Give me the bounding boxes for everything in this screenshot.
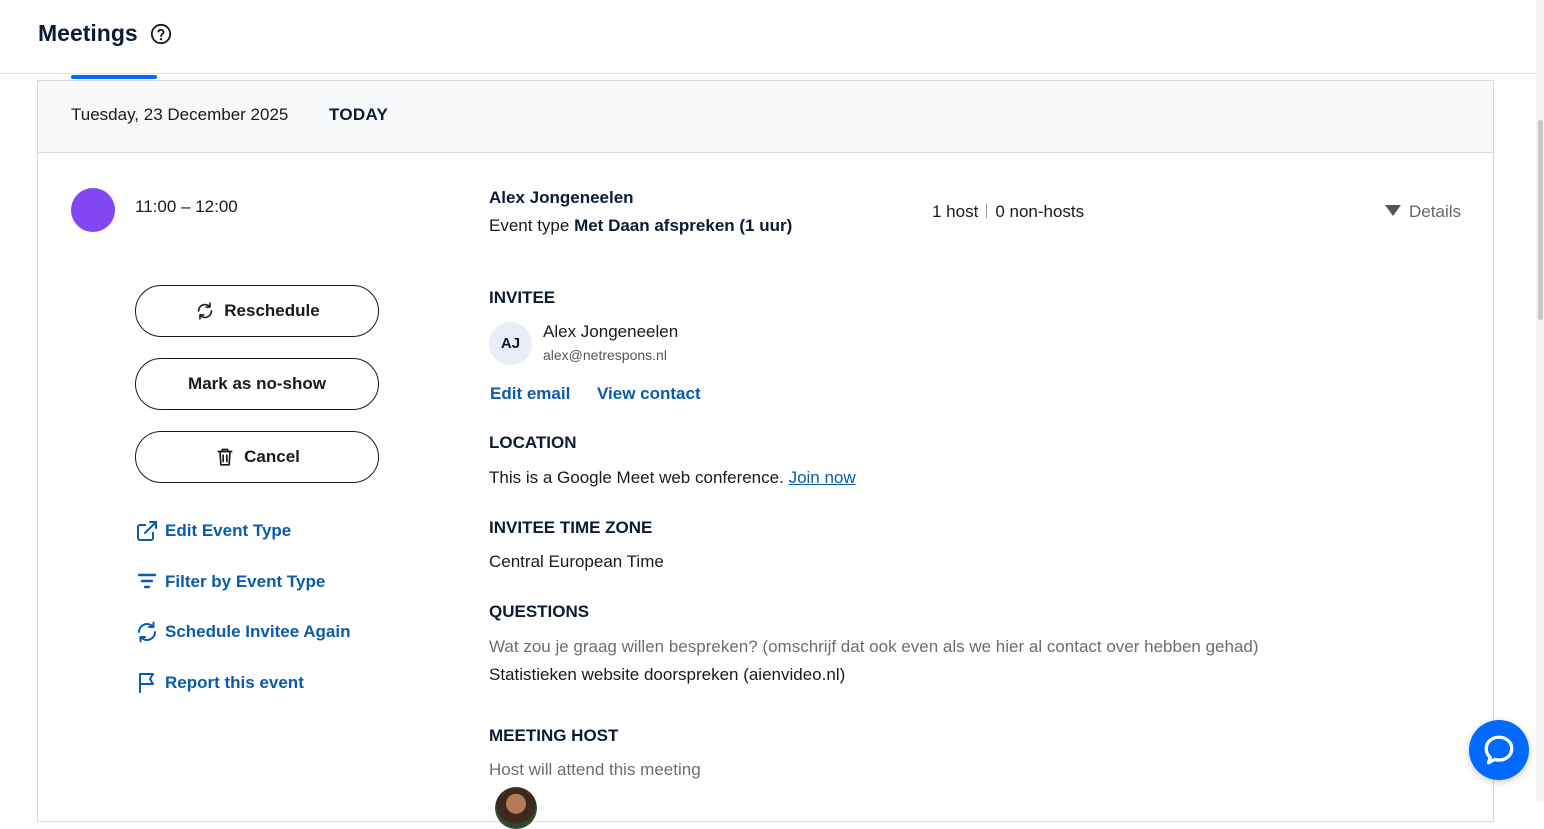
filter-icon xyxy=(137,573,157,589)
help-circle-icon[interactable] xyxy=(150,23,172,45)
meeting-host-section-title: MEETING HOST xyxy=(489,726,619,745)
invitee-name: Alex Jongeneelen xyxy=(543,322,679,341)
location-section-title: LOCATION xyxy=(489,433,577,452)
event-type-line: Event type Met Daan afspreken (1 uur) xyxy=(489,216,792,236)
caret-down-icon xyxy=(1385,205,1402,216)
cancel-button[interactable]: Cancel xyxy=(135,431,379,483)
invitee-heading-name: Alex Jongeneelen xyxy=(489,188,634,207)
top-bar: Meetings xyxy=(0,0,1536,74)
mark-no-show-label: Mark as no-show xyxy=(188,374,326,393)
join-now-link[interactable]: Join now xyxy=(789,468,856,487)
questions-section-title: QUESTIONS xyxy=(489,602,590,621)
page-scrollbar[interactable] xyxy=(1536,0,1544,801)
refresh-icon xyxy=(198,302,213,320)
timezone-value: Central European Time xyxy=(489,552,664,571)
invitee-email: alex@netrespons.nl xyxy=(543,347,667,363)
location-description: This is a Google Meet web conference. xyxy=(489,468,784,487)
report-event-label: Report this event xyxy=(165,673,304,692)
date-header: Tuesday, 23 December 2025 TODAY xyxy=(38,81,1493,153)
today-label: TODAY xyxy=(329,105,389,124)
external-link-icon xyxy=(137,521,157,541)
timezone-section-title: INVITEE TIME ZONE xyxy=(489,518,653,537)
refresh-icon xyxy=(138,621,156,643)
reschedule-label: Reschedule xyxy=(224,301,320,320)
page-title: Meetings xyxy=(38,20,138,46)
avatar: AJ xyxy=(489,322,532,365)
schedule-invitee-again-label: Schedule Invitee Again xyxy=(165,622,351,641)
edit-email-link[interactable]: Edit email xyxy=(490,384,570,404)
scrollbar-thumb[interactable] xyxy=(1538,120,1543,320)
filter-by-event-type-label: Filter by Event Type xyxy=(165,572,326,591)
reschedule-button[interactable]: Reschedule xyxy=(135,285,379,337)
details-label: Details xyxy=(1409,202,1461,221)
invitee-section-title: INVITEE xyxy=(489,288,556,307)
chat-button[interactable] xyxy=(1469,720,1529,780)
trash-icon xyxy=(217,448,233,466)
event-time: 11:00 – 12:00 xyxy=(135,197,238,216)
question-text: Wat zou je graag willen bespreken? (omsc… xyxy=(489,637,1259,656)
host-attendance-note: Host will attend this meeting xyxy=(489,760,701,779)
mark-no-show-button[interactable]: Mark as no-show xyxy=(135,358,379,410)
report-event-link[interactable]: Report this event xyxy=(135,671,304,695)
flag-icon xyxy=(139,673,154,693)
edit-event-type-label: Edit Event Type xyxy=(165,521,292,540)
view-contact-link[interactable]: View contact xyxy=(597,384,701,404)
host-count: 1 host xyxy=(932,202,979,221)
location-text: This is a Google Meet web conference. Jo… xyxy=(489,468,856,488)
meeting-date: Tuesday, 23 December 2025 xyxy=(71,105,289,124)
meeting-card: Tuesday, 23 December 2025 TODAY 11:00 – … xyxy=(37,80,1494,829)
details-toggle[interactable]: Details xyxy=(1385,202,1461,222)
active-tab-indicator xyxy=(71,75,157,79)
non-host-count: 0 non-hosts xyxy=(995,202,1085,221)
host-counts: 1 host 0 non-hosts xyxy=(932,202,1084,222)
schedule-invitee-again-link[interactable]: Schedule Invitee Again xyxy=(135,620,350,644)
event-color-dot xyxy=(71,188,115,232)
cancel-label: Cancel xyxy=(244,447,300,466)
answer-text: Statistieken website doorspreken (aienvi… xyxy=(489,665,846,684)
event-type-name: Met Daan afspreken (1 uur) xyxy=(574,216,793,235)
divider xyxy=(986,204,988,218)
chat-bubble-icon xyxy=(1484,735,1514,765)
edit-event-type-link[interactable]: Edit Event Type xyxy=(135,519,291,543)
filter-by-event-type-link[interactable]: Filter by Event Type xyxy=(135,570,325,594)
host-avatar xyxy=(495,787,537,829)
event-type-prefix: Event type xyxy=(489,216,570,235)
